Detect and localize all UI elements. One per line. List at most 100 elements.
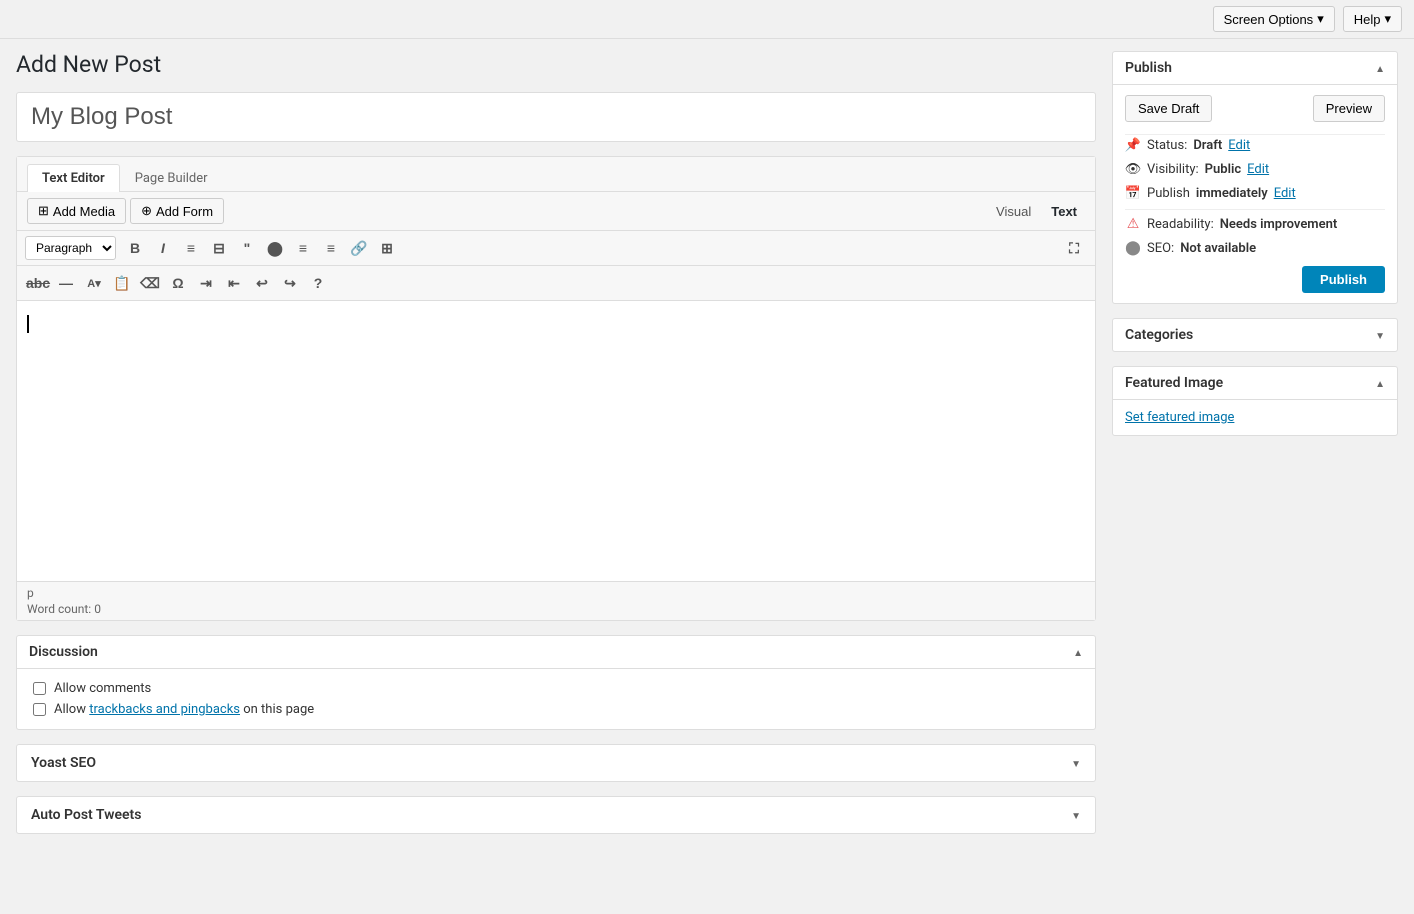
bold-button[interactable]: B [122, 235, 148, 261]
cursor-position [27, 311, 1085, 333]
tab-text-editor[interactable]: Text Editor [27, 164, 120, 192]
fullscreen-button[interactable]: ⛶ [1061, 235, 1087, 261]
publish-timing-edit-link[interactable]: Edit [1274, 186, 1296, 201]
featured-image-content: Set featured image [1113, 400, 1397, 435]
editor-footer: p Word count: 0 [17, 581, 1095, 620]
toolbar-right: Visual Text [988, 201, 1085, 222]
add-form-button[interactable]: ⊕ Add Form [130, 198, 224, 224]
screen-options-button[interactable]: Screen Options ▾ [1213, 6, 1335, 32]
help-button[interactable]: Help ▾ [1343, 6, 1402, 32]
editor-panel: Text Editor Page Builder ⊞ Add Media ⊕ A… [16, 156, 1096, 621]
strikethrough-button[interactable]: abc [25, 270, 51, 296]
publish-actions: Save Draft Preview [1125, 95, 1385, 122]
page-title: Add New Post [16, 51, 1096, 78]
preview-button[interactable]: Preview [1313, 95, 1385, 122]
allow-trackbacks-label: Allow trackbacks and pingbacks on this p… [54, 702, 314, 717]
categories-title: Categories [1125, 327, 1193, 343]
auto-post-tweets-title: Auto Post Tweets [31, 807, 141, 823]
ordered-list-button[interactable]: ⊟ [206, 235, 232, 261]
unordered-list-button[interactable]: ≡ [178, 235, 204, 261]
status-edit-link[interactable]: Edit [1228, 138, 1250, 153]
align-left-button[interactable]: ⬤ [262, 235, 288, 261]
indent-button[interactable]: ⇥ [193, 270, 219, 296]
readability-icon: ⚠ [1125, 216, 1141, 232]
help-editor-button[interactable]: ? [305, 270, 331, 296]
screen-options-label: Screen Options [1224, 12, 1314, 27]
add-media-icon: ⊞ [38, 203, 49, 219]
auto-post-tweets-box: Auto Post Tweets [16, 796, 1096, 834]
publish-box-content: Save Draft Preview 📌 Status: Draft Edit [1113, 85, 1397, 303]
visibility-icon: 👁 [1125, 161, 1141, 177]
toolbar-left: ⊞ Add Media ⊕ Add Form [27, 198, 224, 224]
link-button[interactable]: 🔗 [346, 235, 372, 261]
align-center-button[interactable]: ≡ [290, 235, 316, 261]
text-color-button[interactable]: A▾ [81, 270, 107, 296]
yoast-seo-box: Yoast SEO [16, 744, 1096, 782]
publish-btn-row: Publish [1125, 266, 1385, 293]
categories-header[interactable]: Categories [1113, 319, 1397, 351]
readability-row: ⚠ Readability: Needs improvement [1125, 216, 1385, 232]
format-toolbar-1: Paragraph B I ≡ ⊟ " ⬤ ≡ ≡ 🔗 ⊞ ⛶ [17, 231, 1095, 266]
yoast-seo-header[interactable]: Yoast SEO [17, 745, 1095, 781]
save-draft-button[interactable]: Save Draft [1125, 95, 1212, 122]
set-featured-image-link[interactable]: Set featured image [1125, 410, 1234, 425]
yoast-seo-title: Yoast SEO [31, 755, 96, 771]
publish-title: Publish [1125, 60, 1172, 76]
add-form-icon: ⊕ [141, 203, 152, 219]
visual-tab-button[interactable]: Visual [988, 201, 1039, 222]
allow-trackbacks-checkbox[interactable] [33, 703, 46, 716]
chevron-down-icon: ▾ [1317, 11, 1324, 27]
main-layout: Add New Post Text Editor Page Builder ⊞ … [0, 39, 1414, 846]
publish-box: Publish Save Draft Preview 📌 Status: [1112, 51, 1398, 304]
clear-format-button[interactable]: ⌫ [137, 270, 163, 296]
text-cursor [27, 315, 29, 333]
visibility-label: Visibility: [1147, 162, 1199, 177]
featured-image-header[interactable]: Featured Image [1113, 367, 1397, 400]
seo-row: ⬤ SEO: Not available [1125, 240, 1385, 256]
paragraph-select[interactable]: Paragraph [25, 236, 116, 260]
post-title-input[interactable] [16, 92, 1096, 142]
status-row: 📌 Status: Draft Edit [1125, 137, 1385, 153]
outdent-button[interactable]: ⇤ [221, 270, 247, 296]
discussion-chevron-up [1073, 644, 1083, 660]
auto-post-tweets-header[interactable]: Auto Post Tweets [17, 797, 1095, 833]
readability-label: Readability: [1147, 217, 1214, 232]
blockquote-button[interactable]: " [234, 235, 260, 261]
publish-chevron-up [1375, 60, 1385, 76]
paste-button[interactable]: 📋 [109, 270, 135, 296]
featured-image-box: Featured Image Set featured image [1112, 366, 1398, 436]
align-right-button[interactable]: ≡ [318, 235, 344, 261]
add-media-button[interactable]: ⊞ Add Media [27, 198, 126, 224]
special-chars-button[interactable]: Ω [165, 270, 191, 296]
yoast-seo-chevron-down [1071, 755, 1081, 771]
tab-page-builder[interactable]: Page Builder [120, 164, 223, 192]
sidebar: Publish Save Draft Preview 📌 Status: [1112, 51, 1398, 450]
content-area: Add New Post Text Editor Page Builder ⊞ … [16, 51, 1096, 834]
help-label: Help [1354, 12, 1381, 27]
publish-button[interactable]: Publish [1302, 266, 1385, 293]
allow-trackbacks-row: Allow trackbacks and pingbacks on this p… [33, 702, 1079, 717]
discussion-header[interactable]: Discussion [17, 636, 1095, 669]
allow-comments-checkbox[interactable] [33, 682, 46, 695]
format-toolbar-2: abc — A▾ 📋 ⌫ Ω ⇥ ⇤ ↩ ↪ ? [17, 266, 1095, 301]
visibility-edit-link[interactable]: Edit [1247, 162, 1269, 177]
publish-box-header[interactable]: Publish [1113, 52, 1397, 85]
hr-button[interactable]: — [53, 270, 79, 296]
publish-timing-value: immediately [1196, 186, 1268, 201]
discussion-box: Discussion Allow comments Allow trackbac… [16, 635, 1096, 730]
word-count: Word count: 0 [27, 602, 1085, 616]
text-tab-button[interactable]: Text [1043, 201, 1085, 222]
editor-tab-bar: Text Editor Page Builder [17, 157, 1095, 192]
visibility-value: Public [1205, 162, 1241, 177]
publish-timing-label: Publish [1147, 186, 1190, 201]
path-indicator: p [27, 586, 1085, 600]
table-button[interactable]: ⊞ [374, 235, 400, 261]
undo-button[interactable]: ↩ [249, 270, 275, 296]
seo-value: Not available [1180, 241, 1256, 256]
status-icon: 📌 [1125, 137, 1141, 153]
redo-button[interactable]: ↪ [277, 270, 303, 296]
editor-toolbar-top: ⊞ Add Media ⊕ Add Form Visual Text [17, 192, 1095, 231]
italic-button[interactable]: I [150, 235, 176, 261]
editor-content-area[interactable] [17, 301, 1095, 581]
trackbacks-link[interactable]: trackbacks and pingbacks [89, 702, 240, 717]
